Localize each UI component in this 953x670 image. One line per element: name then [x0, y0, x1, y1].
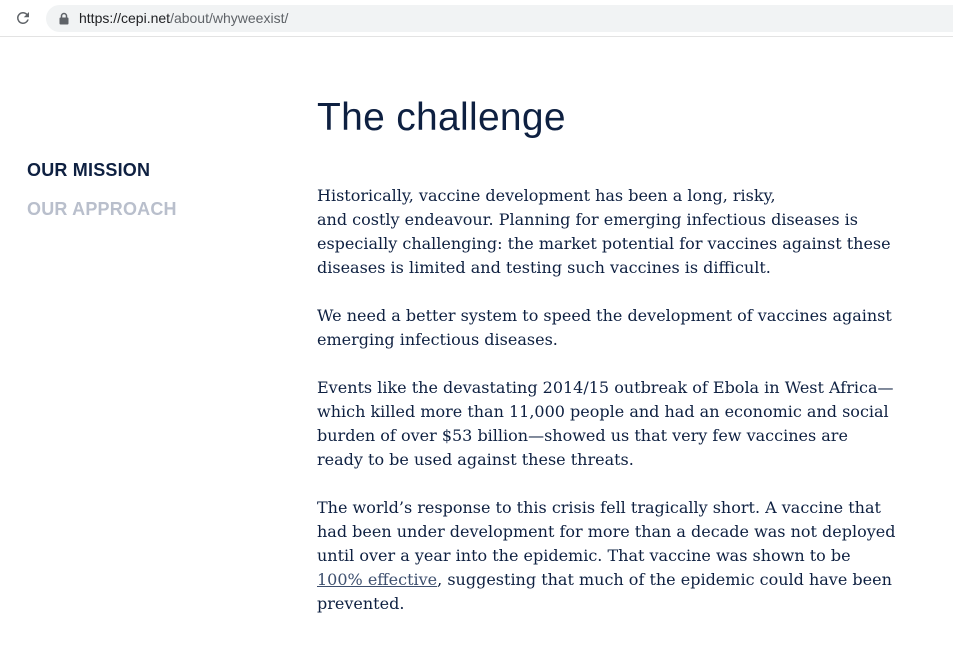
main-content: The challenge Historically, vaccine deve…	[317, 90, 897, 616]
paragraph-4: The world’s response to this crisis fell…	[317, 496, 897, 616]
paragraph-2: We need a better system to speed the dev…	[317, 306, 892, 349]
nav-our-approach[interactable]: OUR APPROACH	[27, 197, 267, 221]
paragraph-1-line1: Historically, vaccine development has be…	[317, 186, 776, 205]
lock-icon	[59, 12, 69, 25]
reload-icon[interactable]	[14, 9, 32, 27]
url-path: /about/whyweexist/	[170, 10, 289, 26]
url-host: https://cepi.net	[79, 10, 171, 26]
paragraph-4-before: The world’s response to this crisis fell…	[317, 498, 896, 565]
browser-toolbar: https://cepi.net/about/whyweexist/	[0, 0, 953, 37]
section-nav: OUR MISSION OUR APPROACH	[27, 158, 267, 236]
effective-link[interactable]: 100% effective	[317, 570, 437, 589]
paragraph-1: Historically, vaccine development has be…	[317, 184, 897, 280]
nav-our-mission[interactable]: OUR MISSION	[27, 158, 267, 182]
page-title: The challenge	[317, 96, 566, 139]
address-bar[interactable]: https://cepi.net/about/whyweexist/	[46, 5, 953, 32]
url-text[interactable]: https://cepi.net/about/whyweexist/	[79, 10, 288, 26]
paragraph-1-rest: and costly endeavour. Planning for emerg…	[317, 210, 891, 277]
paragraph-3: Events like the devastating 2014/15 outb…	[317, 378, 894, 469]
